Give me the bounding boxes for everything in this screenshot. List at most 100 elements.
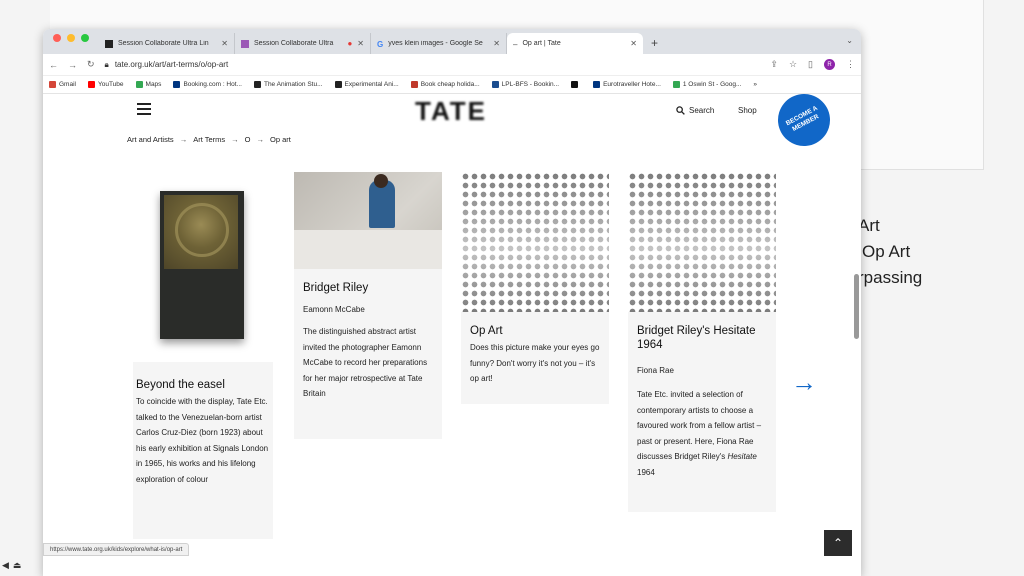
card-title: Bridget Riley's Hesitate 1964 bbox=[637, 325, 756, 351]
bookmark-favicon-icon bbox=[571, 81, 579, 88]
tate-page: TATE Search Shop BECOME A MEMBER Art and… bbox=[43, 94, 861, 556]
article-card[interactable]: Beyond the easel To coincide with the di… bbox=[133, 164, 273, 539]
tab-strip: Session Collaborate Ultra Lin ✕ Session … bbox=[43, 29, 861, 54]
address-bar[interactable]: 🔒︎ tate.org.uk/art/art-terms/o/op-art bbox=[105, 60, 761, 70]
back-circle-icon[interactable]: ◀ bbox=[2, 560, 9, 571]
bookmark-label: Book cheap holida... bbox=[420, 81, 480, 88]
tate-logo[interactable]: TATE bbox=[415, 96, 487, 127]
tab-label: Session Collaborate Ultra Lin bbox=[118, 40, 209, 47]
url-text: tate.org.uk/art/art-terms/o/op-art bbox=[114, 60, 229, 69]
menu-dots-icon[interactable]: ⋮ bbox=[846, 59, 855, 70]
browser-toolbar: ← → ↻ 🔒︎ tate.org.uk/art/art-terms/o/op-… bbox=[43, 54, 861, 76]
breadcrumb-link[interactable]: Art and Artists bbox=[127, 135, 174, 144]
next-arrow-icon[interactable]: → bbox=[791, 367, 817, 398]
bookmark-favicon-icon bbox=[672, 81, 680, 88]
article-card[interactable]: Op Art Does this picture make your eyes … bbox=[461, 172, 609, 404]
more-bookmarks-icon[interactable]: » bbox=[753, 81, 757, 88]
close-tab-icon[interactable]: ✕ bbox=[493, 39, 500, 48]
bookmark-item[interactable]: Book cheap holida... bbox=[410, 81, 480, 88]
bookmark-favicon-icon bbox=[87, 81, 95, 88]
bookmark-item[interactable]: Eurotraveller Hote... bbox=[593, 81, 661, 88]
become-member-button[interactable]: BECOME A MEMBER bbox=[768, 94, 840, 156]
collaborate-icon bbox=[241, 39, 249, 48]
close-tab-icon[interactable]: ✕ bbox=[357, 39, 364, 48]
card-description: The distinguished abstract artist invite… bbox=[303, 327, 428, 398]
forward-icon[interactable]: → bbox=[68, 60, 77, 70]
bookmark-item[interactable]: Experimental Ani... bbox=[334, 81, 399, 88]
bookmark-label: Eurotraveller Hote... bbox=[603, 81, 661, 88]
card-description: Does this picture make your eyes go funn… bbox=[470, 343, 600, 383]
bookmark-favicon-icon bbox=[410, 81, 418, 88]
reload-icon[interactable]: ↻ bbox=[87, 59, 95, 70]
arrow-right-icon: → bbox=[231, 135, 239, 144]
bookmark-label: Booking.com : Hot... bbox=[183, 81, 242, 88]
bookmark-item[interactable]: 1 Oswin St - Goog... bbox=[672, 81, 741, 88]
menu-icon[interactable] bbox=[137, 103, 151, 118]
bookmark-item[interactable]: Maps bbox=[135, 81, 161, 88]
maximize-window-button[interactable] bbox=[81, 33, 89, 42]
article-card[interactable]: Bridget Riley Eamonn McCabe The distingu… bbox=[294, 172, 442, 439]
close-tab-icon[interactable]: ✕ bbox=[221, 39, 228, 48]
tab-search-icon[interactable]: ⌄ bbox=[846, 36, 853, 45]
upload-icon[interactable]: ⏏ bbox=[13, 560, 22, 571]
status-url: https://www.tate.org.uk/kids/explore/wha… bbox=[43, 543, 190, 556]
browser-tab[interactable]: G yves klein images - Google Se ✕ bbox=[371, 33, 507, 54]
close-window-button[interactable] bbox=[53, 33, 61, 42]
browser-tab-active[interactable]: – Op art | Tate ✕ bbox=[507, 33, 643, 54]
card-author: Fiona Rae bbox=[637, 366, 674, 375]
article-card[interactable]: Bridget Riley's Hesitate 1964 Fiona Rae … bbox=[628, 172, 776, 512]
bookmark-favicon-icon bbox=[593, 81, 601, 88]
close-tab-icon[interactable]: ✕ bbox=[630, 39, 637, 48]
star-icon[interactable]: ☆ bbox=[789, 59, 797, 70]
bookmark-favicon-icon bbox=[253, 81, 261, 88]
card-title: Beyond the easel bbox=[136, 379, 225, 391]
bookmark-favicon-icon bbox=[334, 81, 342, 88]
card-title: Op Art bbox=[470, 325, 503, 337]
bookmark-favicon-icon bbox=[491, 81, 499, 88]
breadcrumb: Art and Artists → Art Terms → O → Op art bbox=[127, 135, 291, 144]
bookmark-item[interactable]: The Animation Stu... bbox=[253, 81, 323, 88]
search-button[interactable]: Search bbox=[676, 106, 714, 115]
bookmark-item[interactable]: Gmail bbox=[49, 81, 76, 88]
bookmark-item[interactable]: LPL-BFS - Bookin... bbox=[491, 81, 559, 88]
tate-icon: – bbox=[513, 39, 518, 49]
search-icon bbox=[676, 106, 685, 115]
profile-avatar[interactable]: R bbox=[824, 59, 835, 70]
back-to-top-button[interactable]: ⌃ bbox=[824, 530, 852, 556]
browser-tab[interactable]: Session Collaborate Ultra ● ✕ bbox=[235, 33, 371, 54]
side-panel-icon[interactable]: ▯ bbox=[808, 59, 813, 70]
tab-label: Session Collaborate Ultra bbox=[254, 40, 334, 47]
shop-link[interactable]: Shop bbox=[738, 106, 757, 115]
bookmark-favicon-icon bbox=[135, 81, 143, 88]
bookmark-label: YouTube bbox=[97, 81, 124, 88]
bookmark-item[interactable]: Booking.com : Hot... bbox=[173, 81, 242, 88]
google-icon: G bbox=[377, 39, 384, 49]
op-art-image bbox=[461, 172, 609, 312]
minimize-window-button[interactable] bbox=[67, 33, 75, 42]
blackboard-icon bbox=[105, 39, 113, 48]
recording-icon: ● bbox=[347, 39, 353, 48]
card-description: To coincide with the display, Tate Etc. … bbox=[136, 397, 269, 484]
breadcrumb-link[interactable]: Art Terms bbox=[193, 135, 225, 144]
screen: Art Op Art rpassing Session Collaborate … bbox=[0, 0, 1024, 576]
bookmark-label: Experimental Ani... bbox=[344, 81, 399, 88]
breadcrumb-current: Op art bbox=[269, 135, 291, 144]
tab-label: yves klein images - Google Se bbox=[388, 40, 483, 47]
slide-text-line: Op Art bbox=[862, 242, 911, 261]
new-tab-button[interactable]: + bbox=[643, 36, 666, 54]
bookmark-item[interactable] bbox=[571, 81, 581, 88]
slide-text-line: rpassing bbox=[858, 268, 923, 287]
scrollbar[interactable] bbox=[854, 274, 859, 339]
bookmark-label: The Animation Stu... bbox=[263, 81, 323, 88]
back-icon[interactable]: ← bbox=[49, 60, 58, 70]
bookmark-favicon-icon bbox=[49, 81, 56, 88]
bookmark-item[interactable]: YouTube bbox=[87, 81, 124, 88]
search-label: Search bbox=[689, 106, 715, 115]
card-title: Bridget Riley bbox=[303, 282, 369, 294]
card-author: Eamonn McCabe bbox=[303, 305, 365, 314]
video-controls: ◀ ⏏ bbox=[2, 560, 21, 571]
browser-tab[interactable]: Session Collaborate Ultra Lin ✕ bbox=[99, 33, 235, 54]
arrow-right-icon: → bbox=[179, 135, 188, 144]
share-icon[interactable]: ⇪ bbox=[770, 59, 778, 70]
breadcrumb-link[interactable]: O bbox=[245, 135, 251, 144]
